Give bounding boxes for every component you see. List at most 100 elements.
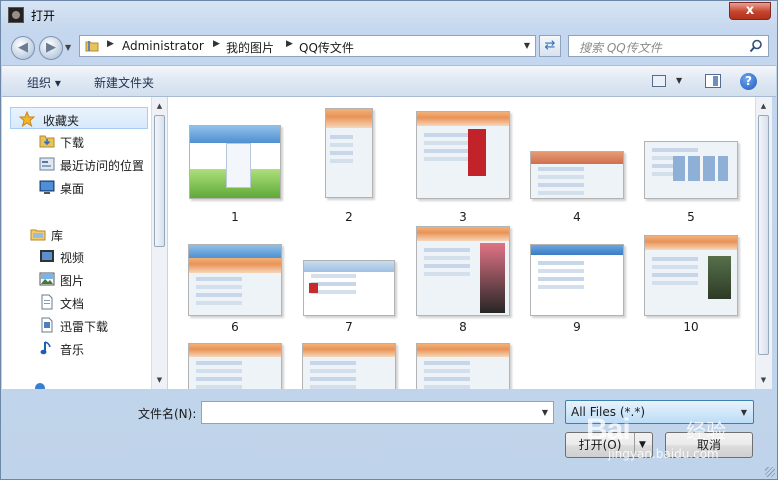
file-thumbnail[interactable]: [644, 141, 738, 199]
breadcrumb-administrator[interactable]: Administrator: [122, 39, 204, 53]
breadcrumb-separator-icon[interactable]: ▶: [213, 39, 220, 49]
cancel-button[interactable]: 取消: [665, 432, 753, 458]
thumbnail-shape: [479, 242, 506, 314]
refresh-icon: ⇄: [544, 38, 556, 53]
refresh-button[interactable]: ⇄: [539, 35, 561, 57]
file-list-scrollbar[interactable]: ▲ ▼: [755, 97, 772, 389]
file-thumbnail[interactable]: [188, 244, 282, 316]
file-thumbnail[interactable]: [530, 151, 624, 199]
file-list: 1 2 3 4 5 6 7 8 9 10: [168, 97, 755, 389]
thumbnail-shape: [189, 257, 281, 273]
navigation-scrollbar[interactable]: ▲ ▼: [151, 97, 167, 389]
search-box[interactable]: 搜索 QQ传文件: [568, 35, 769, 57]
search-icon[interactable]: [749, 39, 763, 53]
breadcrumb-qq-files[interactable]: QQ传文件: [299, 39, 354, 56]
file-thumbnail[interactable]: [189, 125, 281, 199]
file-thumbnail[interactable]: [325, 108, 373, 198]
thumbnail-shape: [417, 125, 509, 198]
breadcrumb-separator-icon[interactable]: ▶: [107, 39, 114, 49]
folder-icon: [85, 39, 99, 53]
documents-library-icon: [39, 294, 55, 310]
open-options-dropdown[interactable]: ▼: [634, 433, 653, 457]
file-type-value: All Files (*.*): [571, 405, 646, 419]
thumbnail-shape: [531, 254, 623, 315]
file-thumbnail[interactable]: [644, 235, 738, 316]
thumbnail-shape: [189, 344, 281, 357]
file-thumbnail[interactable]: [188, 343, 282, 389]
file-thumbnail[interactable]: [302, 343, 396, 389]
app-icon: [8, 7, 24, 23]
resize-grip-icon[interactable]: [765, 467, 775, 477]
thumbnail-shape: [417, 356, 509, 389]
nav-item-pictures[interactable]: 图片: [2, 268, 151, 290]
view-dropdown-icon[interactable]: ▼: [676, 76, 682, 85]
thumbnail-shape: [189, 356, 281, 389]
nav-label: 库: [51, 229, 64, 243]
download-folder-icon: [39, 133, 55, 149]
thumbnail-shape: [467, 129, 486, 177]
thumbnail-shape: [304, 261, 394, 272]
address-dropdown-icon[interactable]: ▼: [524, 41, 530, 50]
help-icon[interactable]: ?: [740, 73, 757, 90]
scroll-thumb[interactable]: [154, 115, 165, 247]
change-view-icon[interactable]: [652, 75, 666, 87]
nav-libraries[interactable]: 库: [2, 223, 151, 245]
thumbnail-shape: [531, 163, 623, 198]
scroll-up-icon[interactable]: ▲: [152, 99, 167, 113]
scroll-down-icon[interactable]: ▼: [152, 373, 167, 387]
back-button[interactable]: ◀: [11, 36, 35, 60]
search-input[interactable]: 搜索 QQ传文件: [579, 39, 662, 56]
nav-item-downloads[interactable]: 下载: [2, 130, 151, 152]
nav-item-thunder[interactable]: 迅雷下载: [2, 314, 151, 336]
file-name: 7: [345, 320, 353, 334]
address-bar[interactable]: ▶ Administrator ▶ 我的图片 ▶ QQ传文件 ▼: [79, 35, 536, 57]
new-folder-button[interactable]: 新建文件夹: [94, 74, 154, 91]
nav-item-documents[interactable]: 文档: [2, 291, 151, 313]
nav-label: 桌面: [60, 182, 85, 196]
file-name: 1: [231, 210, 239, 224]
thumbnail-shape: [309, 282, 319, 294]
nav-item-desktop[interactable]: 桌面: [2, 176, 151, 198]
nav-label: 文档: [60, 297, 85, 311]
file-thumbnail[interactable]: [416, 226, 510, 316]
thumbnail-shape: [708, 255, 732, 300]
scroll-up-icon[interactable]: ▲: [756, 99, 771, 113]
close-button[interactable]: x: [729, 2, 771, 20]
breadcrumb-separator-icon[interactable]: ▶: [286, 39, 293, 49]
open-button[interactable]: 打开(O) ▼: [565, 432, 653, 458]
breadcrumb-my-pictures[interactable]: 我的图片: [226, 39, 274, 56]
file-name: 9: [573, 320, 581, 334]
nav-item-videos[interactable]: 视频: [2, 245, 151, 267]
recent-pages-dropdown-icon[interactable]: ▼: [65, 43, 71, 52]
forward-button[interactable]: ▶: [39, 36, 63, 60]
thumbnail-shape: [189, 245, 281, 258]
thumbnail-shape: [531, 245, 623, 255]
star-icon: [18, 110, 36, 128]
open-file-dialog: 打开 x ◀ ▶ ▼ ▶ Administrator ▶ 我的图片 ▶ QQ传文…: [0, 0, 778, 480]
nav-item-music[interactable]: 音乐: [2, 337, 151, 359]
thumbnail-shape: [226, 143, 252, 189]
computer-icon[interactable]: [35, 383, 45, 389]
file-name: 8: [459, 320, 467, 334]
file-name: 5: [687, 210, 695, 224]
file-type-dropdown-icon[interactable]: ▼: [741, 408, 747, 417]
scroll-thumb[interactable]: [758, 115, 769, 355]
nav-item-recent[interactable]: 最近访问的位置: [2, 153, 151, 175]
open-dropdown-icon: ▼: [639, 440, 646, 450]
preview-pane-icon[interactable]: [705, 74, 721, 88]
file-thumbnail[interactable]: [303, 260, 395, 316]
nav-label: 图片: [60, 274, 85, 288]
file-thumbnail[interactable]: [530, 244, 624, 316]
file-thumbnail[interactable]: [416, 343, 510, 389]
file-type-select[interactable]: All Files (*.*) ▼: [565, 400, 754, 424]
filename-label: 文件名(N):: [138, 407, 197, 421]
scroll-down-icon[interactable]: ▼: [756, 373, 771, 387]
file-name: 4: [573, 210, 581, 224]
forward-arrow-icon: ▶: [46, 40, 56, 55]
organize-menu[interactable]: 组织 ▾: [27, 74, 61, 91]
file-thumbnail[interactable]: [416, 111, 510, 199]
file-name: 6: [231, 320, 239, 334]
filename-field[interactable]: ▼: [201, 401, 554, 424]
nav-favorites[interactable]: 收藏夹: [10, 107, 148, 129]
filename-dropdown-icon[interactable]: ▼: [542, 408, 548, 417]
